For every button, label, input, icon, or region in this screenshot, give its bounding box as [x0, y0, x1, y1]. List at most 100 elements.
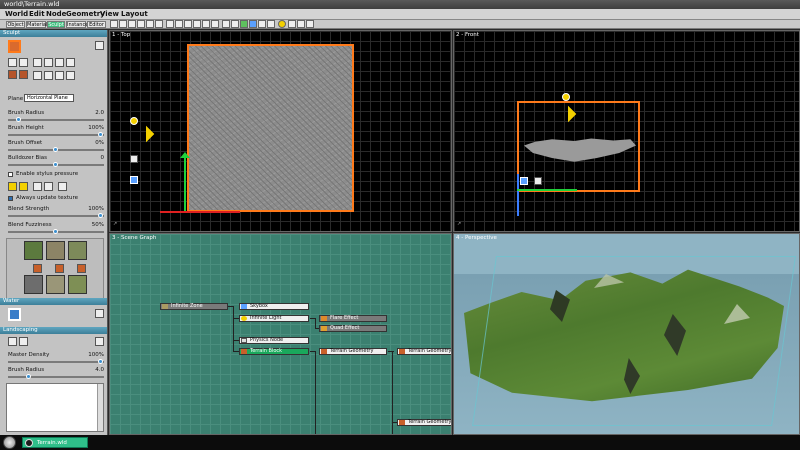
physics-icon-front[interactable] [534, 177, 542, 185]
texture-moss-thumb[interactable] [68, 241, 87, 260]
brush-radius-knob[interactable] [16, 117, 21, 122]
path-tool-icon[interactable] [267, 20, 275, 28]
snap-tool-icon[interactable] [166, 20, 174, 28]
move-tool-icon[interactable] [128, 20, 136, 28]
texture-bucket2-icon[interactable] [55, 264, 64, 273]
menu-layout[interactable]: Layout [121, 9, 148, 20]
geometry-tool-icon[interactable] [258, 20, 266, 28]
tab-editor[interactable]: Editor [87, 21, 106, 28]
y-axis-gizmo[interactable] [184, 154, 186, 212]
plane-select[interactable]: Horizontal Plane [24, 94, 74, 102]
landscape-page-icon[interactable] [95, 337, 104, 346]
terrain-tool-icon[interactable] [240, 20, 248, 28]
brush-radius-slider[interactable] [8, 119, 104, 121]
brush-raise-icon[interactable] [8, 58, 17, 67]
x-axis-gizmo-front[interactable] [517, 189, 577, 191]
brush-square-icon[interactable] [33, 71, 42, 80]
landscape-remove-icon[interactable] [19, 337, 28, 346]
node-terrain-block[interactable]: Terrain Block [239, 348, 309, 355]
menu-node[interactable]: Node [46, 9, 66, 20]
water-tool-icon[interactable] [249, 20, 257, 28]
master-density-knob[interactable] [98, 359, 103, 364]
zoom-tool-icon[interactable] [155, 20, 163, 28]
node-skybox[interactable]: Skybox [239, 303, 309, 310]
texture-grass-thumb[interactable] [24, 241, 43, 260]
brush-slope3-icon[interactable] [66, 71, 75, 80]
blend-strength-slider[interactable] [8, 215, 104, 217]
scale-tool-icon[interactable] [146, 20, 154, 28]
brush-slope1-icon[interactable] [44, 71, 53, 80]
start-button-icon[interactable] [3, 436, 16, 449]
blend-fuzziness-knob[interactable] [53, 229, 58, 234]
section-water[interactable]: Water [0, 298, 107, 305]
skybox-icon-front[interactable] [520, 177, 528, 185]
viewport-front[interactable]: 2 - Front ↗ [453, 30, 800, 232]
section-landscaping[interactable]: Landscaping [0, 327, 107, 334]
arrow-tool-icon[interactable] [119, 20, 127, 28]
water-brush-icon[interactable] [8, 308, 21, 321]
menu-edit[interactable]: Edit [29, 9, 45, 20]
erase-icon[interactable] [33, 182, 42, 191]
menu-geometry[interactable]: Geometry [66, 9, 105, 20]
brush-shape-icon[interactable] [8, 70, 17, 79]
close-icon[interactable] [58, 182, 67, 191]
texture-bucket-icon[interactable] [33, 264, 42, 273]
x-axis-gizmo[interactable] [160, 211, 240, 213]
brush-offset-knob[interactable] [53, 147, 58, 152]
sound-tool-icon[interactable] [288, 20, 296, 28]
brush-flatten-icon[interactable] [44, 58, 53, 67]
brush-radius2-slider[interactable] [8, 376, 104, 378]
paint-brush2-icon[interactable] [19, 182, 28, 191]
node-quad-effect[interactable]: Quad Effect [319, 325, 387, 332]
texture-rock-thumb[interactable] [46, 241, 65, 260]
wireframe-tool-icon[interactable] [211, 20, 219, 28]
bulldozer-bias-knob[interactable] [53, 162, 58, 167]
box-tool-icon[interactable] [231, 20, 239, 28]
terrain-top-view[interactable] [187, 44, 354, 212]
brush-height-slider[interactable] [8, 134, 104, 136]
viewport-perspective[interactable]: 4 - Perspective [453, 233, 800, 435]
always-update-checkbox[interactable] [8, 196, 13, 201]
node-terrain-geometry[interactable]: Terrain Geometry [319, 348, 387, 355]
trigger-tool-icon[interactable] [306, 20, 314, 28]
pencil-icon[interactable] [44, 182, 53, 191]
frame-tool-icon[interactable] [202, 20, 210, 28]
brush-lower-icon[interactable] [19, 58, 28, 67]
brush-smooth-icon[interactable] [33, 58, 42, 67]
marker-tool-icon[interactable] [297, 20, 305, 28]
node-terrain-geometry[interactable]: Terrain Geometry [397, 419, 451, 426]
grid-tool-icon[interactable] [175, 20, 183, 28]
light-icon-front[interactable] [562, 93, 570, 101]
stylus-checkbox[interactable] [8, 172, 13, 177]
tab-instance[interactable]: Instance [66, 21, 88, 28]
texture-gravel-thumb[interactable] [24, 275, 43, 294]
viewport-top[interactable]: 1 - Top ↗ [109, 30, 452, 232]
orbit-tool-icon[interactable] [184, 20, 192, 28]
skybox-icon[interactable] [130, 176, 138, 184]
section-sculpt[interactable]: Sculpt [0, 30, 107, 37]
viewport-scene-graph[interactable]: 3 - Scene Graph Infinite Zone Skybox Inf… [109, 233, 452, 435]
texture-bucket3-icon[interactable] [77, 264, 86, 273]
blend-strength-knob[interactable] [98, 213, 103, 218]
master-density-slider[interactable] [8, 361, 104, 363]
brush-height-knob[interactable] [98, 132, 103, 137]
tab-sculpt[interactable]: Sculpt [47, 21, 65, 28]
node-terrain-geometry[interactable]: Terrain Geometry [397, 348, 451, 355]
light-icon[interactable] [130, 117, 138, 125]
menu-view[interactable]: View [100, 9, 119, 20]
pan-tool-icon[interactable] [193, 20, 201, 28]
node-infinite-light[interactable]: Infinite Light [239, 315, 309, 322]
tab-object[interactable]: Object [6, 21, 25, 28]
taskbar-item[interactable]: Terrain.wld [22, 437, 88, 448]
node-infinite-zone[interactable]: Infinite Zone [160, 303, 228, 310]
paint-brush-icon[interactable] [8, 182, 17, 191]
water-page-icon[interactable] [95, 309, 104, 318]
brush-shape2-icon[interactable] [19, 70, 28, 79]
brush-radius2-knob[interactable] [26, 374, 31, 379]
z-axis-gizmo[interactable] [517, 174, 519, 216]
rotate-tool-icon[interactable] [137, 20, 145, 28]
landscape-add-icon[interactable] [8, 337, 17, 346]
node-flare-effect[interactable]: Flare Effect [319, 315, 387, 322]
menu-world[interactable]: World [5, 9, 28, 20]
brush-slope2-icon[interactable] [55, 71, 64, 80]
